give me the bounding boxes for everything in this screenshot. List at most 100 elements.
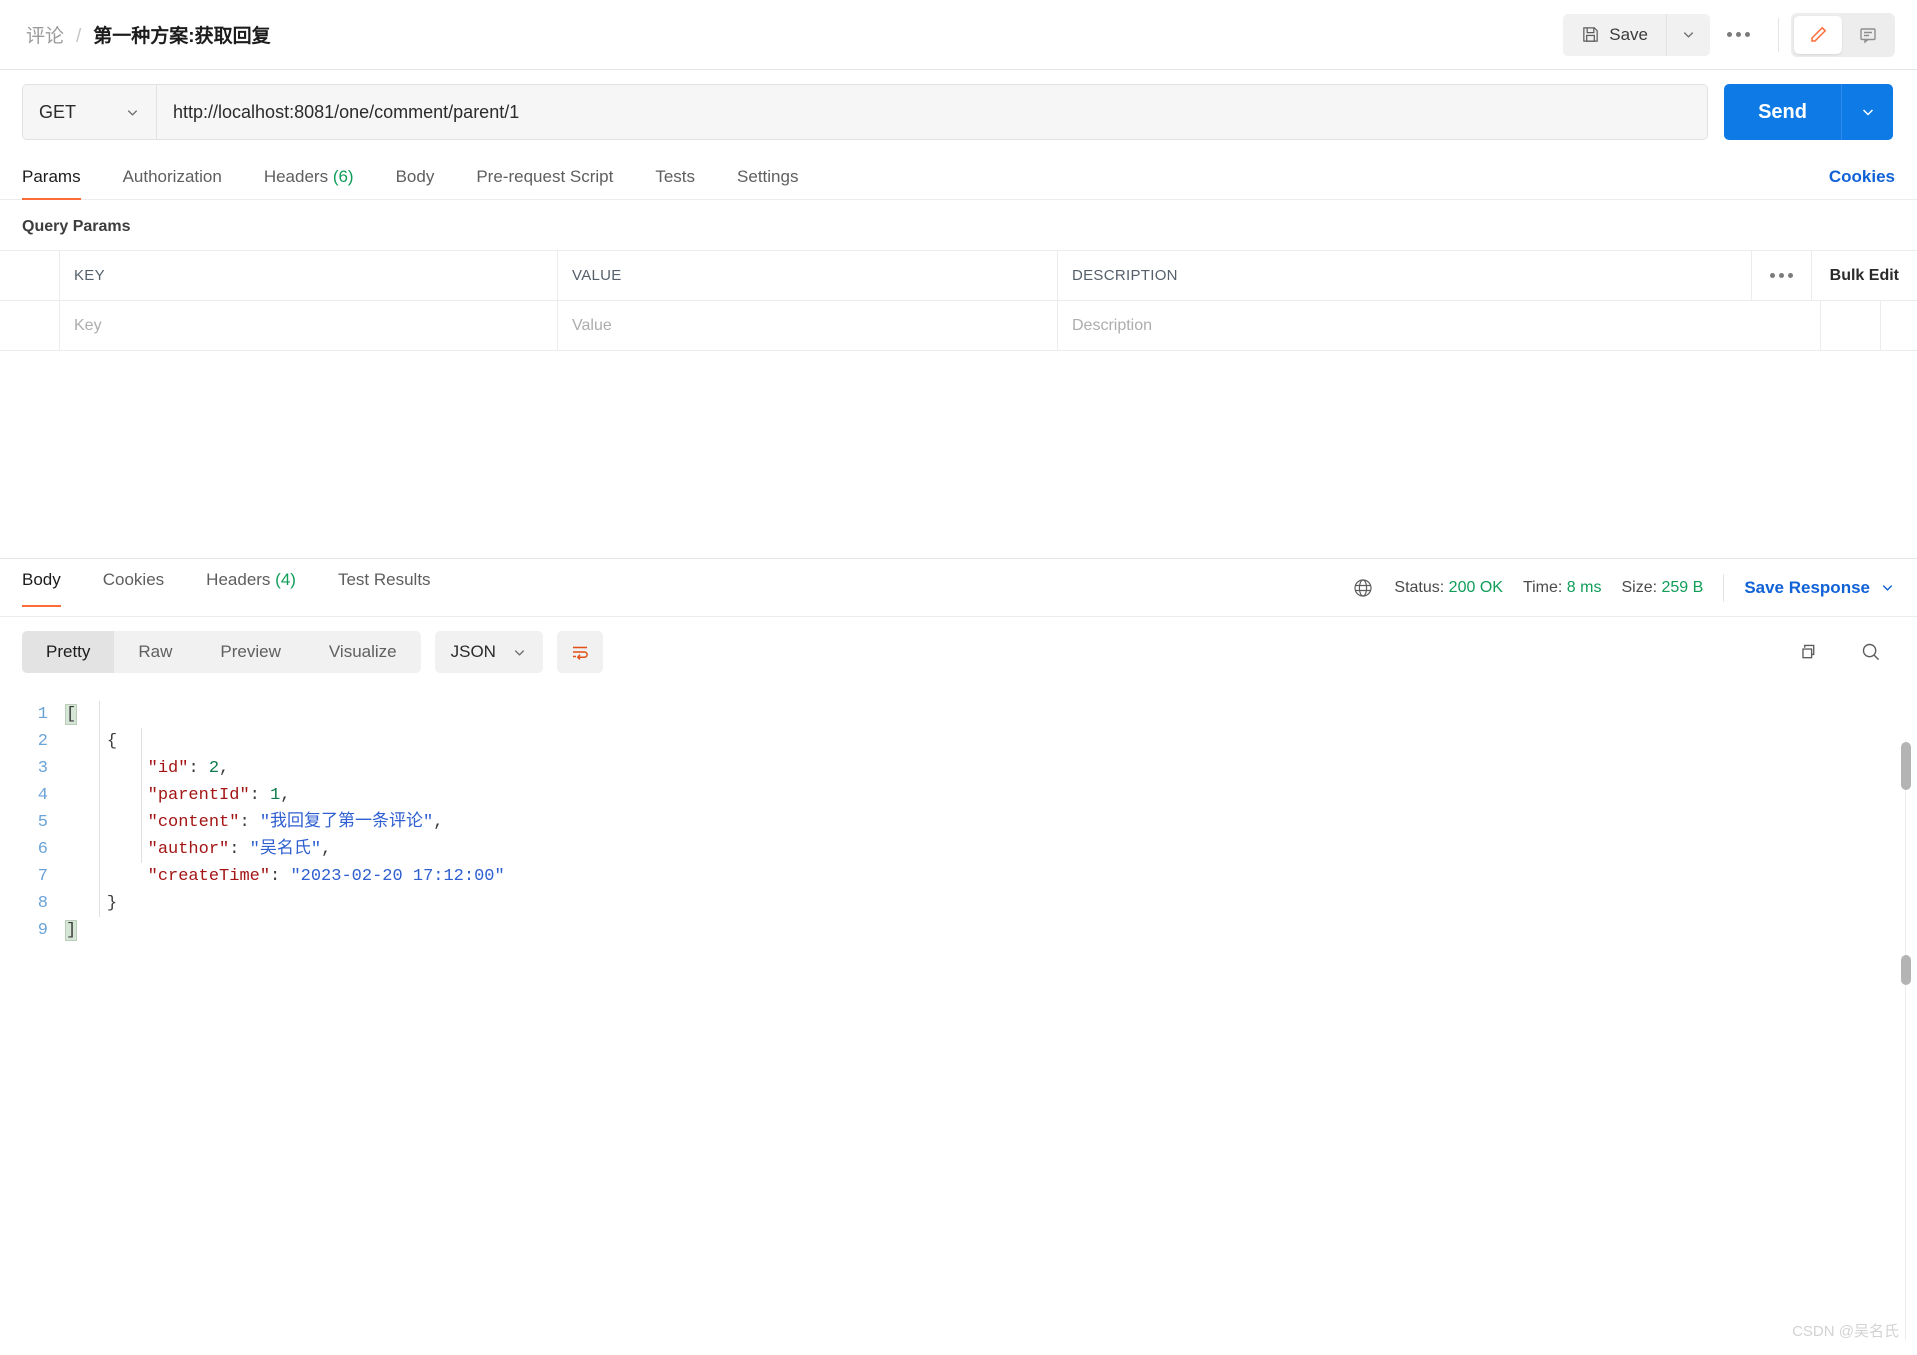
json-code-block[interactable]: 1[2 {3 "id": 2, 4 "parentId": 1, 5 "conten…: [0, 701, 1917, 944]
globe-icon: [1352, 577, 1374, 599]
code-token: "2023-02-20 17:12:00": [290, 867, 505, 886]
tab-authorization[interactable]: Authorization: [123, 167, 222, 199]
code-token: ,: [321, 840, 332, 859]
size-label: Size:: [1621, 578, 1658, 596]
tab-params[interactable]: Params: [22, 167, 81, 200]
save-button-label: Save: [1609, 24, 1648, 44]
chevron-down-icon: [1860, 104, 1876, 120]
response-format-select[interactable]: JSON: [434, 631, 543, 673]
scrollbar-thumb-bottom[interactable]: [1901, 955, 1911, 985]
word-wrap-icon: [569, 641, 591, 663]
save-button[interactable]: Save: [1563, 13, 1666, 56]
tab-pre-request-script-label: Pre-request Script: [476, 167, 614, 186]
response-tab-body[interactable]: Body: [22, 569, 61, 607]
param-value-input[interactable]: Value: [558, 301, 1058, 350]
response-tab-headers-count: (4): [275, 569, 296, 589]
view-toggle-group: [1791, 12, 1895, 57]
view-mode-raw[interactable]: Raw: [114, 631, 196, 673]
code-token: :: [239, 813, 260, 832]
save-options-button[interactable]: [1666, 13, 1710, 56]
tab-settings[interactable]: Settings: [737, 167, 798, 199]
tab-authorization-label: Authorization: [122, 167, 222, 186]
view-mode-preview[interactable]: Preview: [196, 631, 304, 673]
view-mode-pretty[interactable]: Pretty: [22, 631, 115, 673]
line-number: 3: [37, 759, 48, 778]
select-all-cell[interactable]: [0, 251, 60, 300]
param-description-placeholder: Description: [1072, 316, 1153, 334]
code-token: "content": [147, 813, 240, 832]
param-description-input[interactable]: Description: [1058, 301, 1821, 350]
code-line: 2 {: [0, 728, 1917, 755]
row-checkbox-cell[interactable]: [0, 301, 60, 350]
send-button[interactable]: Send: [1724, 84, 1841, 140]
cookies-link[interactable]: Cookies: [1829, 167, 1895, 199]
chevron-down-icon: [1681, 27, 1696, 42]
line-content: "content": "我回复了第一条评论",: [66, 809, 444, 836]
param-key-input[interactable]: Key: [60, 301, 558, 350]
time-text: Time: 8 ms: [1523, 579, 1602, 597]
tab-tests[interactable]: Tests: [655, 167, 695, 199]
code-line: 5 "content": "我回复了第一条评论",: [0, 809, 1917, 836]
line-number: 5: [37, 813, 48, 832]
view-mode-visualize[interactable]: Visualize: [305, 631, 421, 673]
response-tab-headers[interactable]: Headers (4): [206, 570, 296, 606]
tab-params-label: Params: [22, 167, 81, 186]
response-tab-cookies[interactable]: Cookies: [103, 570, 164, 606]
row-actions-cell[interactable]: [1821, 301, 1881, 350]
tab-headers-label: Headers: [263, 167, 329, 186]
code-token: }: [106, 894, 118, 913]
table-row: Key Value Description: [0, 301, 1917, 351]
request-url-input[interactable]: http://localhost:8081/one/comment/parent…: [156, 84, 1709, 140]
pencil-icon: [1808, 25, 1828, 45]
line-content: "createTime": "2023-02-20 17:12:00": [66, 863, 505, 890]
query-params-title: Query Params: [22, 218, 131, 235]
code-token: 1: [270, 786, 281, 805]
row-trailing-cell: [1881, 301, 1917, 350]
response-tab-test-results[interactable]: Test Results: [338, 570, 431, 606]
word-wrap-button[interactable]: [556, 631, 603, 673]
three-dots-icon: [1726, 32, 1750, 37]
response-tab-body-label: Body: [22, 569, 61, 589]
code-line: 3 "id": 2,: [0, 755, 1917, 782]
response-tab-cookies-label: Cookies: [102, 569, 165, 589]
save-response-button[interactable]: Save Response: [1744, 578, 1895, 598]
send-options-button[interactable]: [1841, 84, 1893, 140]
http-method-select[interactable]: GET: [22, 84, 156, 140]
more-actions-button[interactable]: [1710, 14, 1766, 56]
response-body-actions: [1798, 640, 1895, 664]
code-token: :: [249, 786, 271, 805]
breadcrumb-root[interactable]: 评论: [26, 21, 64, 48]
scrollbar-thumb-top[interactable]: [1901, 742, 1911, 790]
param-key-placeholder: Key: [74, 316, 102, 334]
comment-mode-button[interactable]: [1844, 16, 1892, 54]
code-line: 7 "createTime": "2023-02-20 17:12:00": [0, 863, 1917, 890]
time-value: 8 ms: [1566, 578, 1602, 596]
code-token: :: [188, 759, 209, 778]
top-bar: 评论 / 第一种方案:获取回复 Save: [0, 0, 1917, 70]
line-number: 2: [37, 732, 48, 751]
tab-pre-request-script[interactable]: Pre-request Script: [476, 167, 613, 199]
code-token: 2: [208, 759, 220, 778]
scrollbar-track: [1905, 740, 1906, 1340]
tab-body[interactable]: Body: [396, 167, 435, 199]
tab-settings-label: Settings: [737, 167, 799, 186]
bulk-edit-button[interactable]: Bulk Edit: [1812, 251, 1917, 300]
search-icon[interactable]: [1859, 640, 1883, 664]
param-value-placeholder: Value: [572, 316, 612, 334]
save-button-group: Save: [1563, 13, 1710, 56]
code-token: ,: [433, 813, 444, 832]
code-line: 1[: [0, 701, 1917, 728]
tab-headers-count: (6): [332, 167, 354, 186]
status-value: 200 OK: [1448, 578, 1503, 596]
response-tab-test-results-label: Test Results: [337, 569, 431, 589]
edit-mode-button[interactable]: [1794, 15, 1842, 54]
comment-icon: [1858, 25, 1878, 45]
tab-headers[interactable]: Headers (6): [264, 167, 354, 199]
copy-icon[interactable]: [1798, 641, 1821, 664]
code-token: [: [64, 704, 78, 725]
params-more-button[interactable]: [1752, 251, 1812, 300]
breadcrumb-current: 第一种方案:获取回复: [93, 26, 271, 47]
line-number: 4: [37, 786, 48, 805]
query-params-table: KEY VALUE DESCRIPTION Bulk Edit Key Valu…: [0, 250, 1917, 351]
code-token: :: [229, 840, 250, 859]
